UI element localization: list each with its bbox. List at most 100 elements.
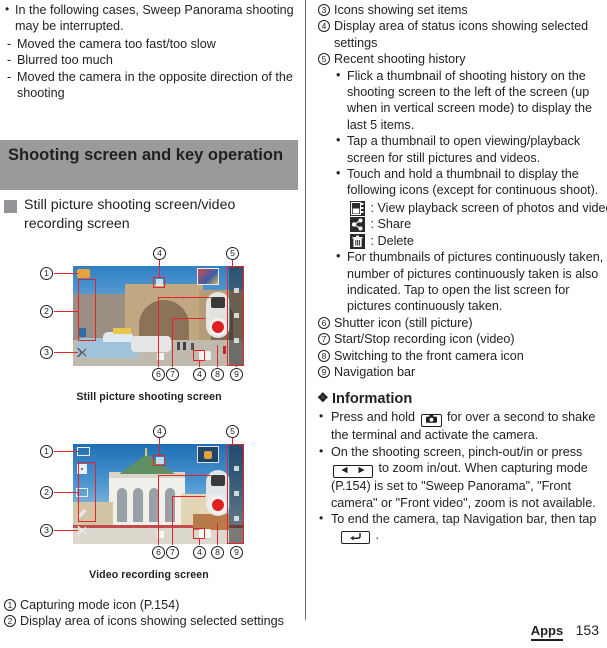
roof-finial <box>145 448 147 456</box>
item-label: Icons showing set items <box>334 3 468 17</box>
column-4 <box>165 488 175 522</box>
annotation-leader-4bot-v <box>199 361 201 367</box>
sub-heading-label: Still picture shooting screen/video reco… <box>24 197 236 232</box>
list-item-7: 7 Start/Stop recording icon (video) <box>318 331 607 347</box>
figure-2-caption: Video recording screen <box>89 569 209 581</box>
diamond-icon: ❖ <box>317 390 329 406</box>
annotation-box-4-bottom <box>193 528 205 539</box>
annotation-leader-7-v <box>172 496 174 545</box>
camera-key-icon <box>420 414 442 428</box>
figure-video-recording: 1 2 3 4 5 6 7 4 8 9 Video recording scre… <box>0 425 298 583</box>
column-1 <box>117 488 127 522</box>
share-icon <box>350 217 365 233</box>
icon-legend-row-share: : Share <box>350 216 607 233</box>
annotation-box-2 <box>78 462 96 522</box>
history-bullet-3: Touch and hold a thumbnail to display th… <box>334 165 607 199</box>
annotation-leader-7-v <box>172 318 174 367</box>
history-bullet-1: Flick a thumbnail of shooting history on… <box>334 67 607 134</box>
info-bullet-2-pre: On the shooting screen, pinch-out/in or … <box>331 444 583 459</box>
gallery-icon <box>350 200 365 216</box>
car-white <box>131 336 171 352</box>
info-bullet-3: To end the camera, tap Navigation bar, t… <box>318 510 607 545</box>
right-column: 3 Icons showing set items 4 Display area… <box>317 0 607 648</box>
person-2 <box>183 342 186 350</box>
callout-8: 8 <box>211 546 224 559</box>
annotation-box-2 <box>78 279 96 341</box>
callout-1: 1 <box>40 445 53 458</box>
history-bullet-2: Tap a thumbnail to open viewing/playback… <box>334 132 607 166</box>
history-bullet-4: For thumbnails of pictures continuously … <box>334 248 607 315</box>
info-bullet-3-pre: To end the camera, tap Navigation bar, t… <box>331 511 597 526</box>
capturing-mode-icon[interactable] <box>77 447 90 456</box>
annotation-leader-6 <box>158 297 211 299</box>
callout-5: 5 <box>226 425 239 438</box>
callout-4-top: 4 <box>153 247 166 260</box>
info-bullet-2: On the shooting screen, pinch-out/in or … <box>318 443 607 511</box>
person-4 <box>223 346 226 354</box>
callout-1: 1 <box>40 267 53 280</box>
legend-label: Capturing mode icon (P.154) <box>20 598 180 612</box>
legend-label: Display area of icons showing selected s… <box>20 614 284 629</box>
intro-block: In the following cases, Sweep Panorama s… <box>4 1 296 101</box>
callout-2: 2 <box>40 486 53 499</box>
recent-shooting-history-thumbnail[interactable] <box>197 268 219 285</box>
footer-page-number: 153 <box>575 622 599 638</box>
figure-still-picture: 1 2 3 4 5 6 7 4 8 9 Still picture shooti… <box>0 247 298 405</box>
annotation-leader-1 <box>54 451 78 453</box>
item-label: Shutter icon (still picture) <box>334 315 473 330</box>
callout-5: 5 <box>226 247 239 260</box>
callout-8: 8 <box>211 368 224 381</box>
info-bullet-1-pre: Press and hold <box>331 410 416 425</box>
item-label: Display area of status icons showing sel… <box>334 19 589 50</box>
callout-7: 7 <box>166 546 179 559</box>
callout-4-bottom: 4 <box>193 546 206 559</box>
annotation-leader-9-v <box>236 366 238 367</box>
legend-item-2: 2 Display area of icons showing selected… <box>4 613 298 629</box>
start-stop-recording-icon[interactable] <box>209 496 227 514</box>
callout-4-top: 4 <box>153 425 166 438</box>
back-key-icon <box>341 531 370 545</box>
person-1 <box>177 342 180 350</box>
item-number: 3 <box>318 4 330 16</box>
intro-bullet: In the following cases, Sweep Panorama s… <box>4 1 296 35</box>
capturing-mode-icon[interactable] <box>77 269 90 278</box>
info-bullet-1: Press and hold for over a second to shak… <box>318 408 607 443</box>
figure-1-caption: Still picture shooting screen <box>76 391 222 403</box>
start-stop-recording-icon[interactable] <box>209 318 227 336</box>
item-number: 6 <box>318 316 330 329</box>
item-label: Navigation bar <box>334 364 416 379</box>
legend-list: 1 Capturing mode icon (P.154) 2 Display … <box>4 597 298 630</box>
legend-number: 2 <box>4 615 16 628</box>
info-bullet-3-post: . <box>375 528 380 543</box>
thumbnail-inner-icon <box>204 451 212 459</box>
list-item-6: 6 Shutter icon (still picture) <box>318 315 607 331</box>
shutter-icon[interactable] <box>211 297 225 308</box>
item-label: Switching to the front camera icon <box>334 348 524 363</box>
list-item-4: 4 Display area of status icons showing s… <box>318 18 607 51</box>
annotation-box-4-top <box>153 455 165 466</box>
annotation-leader-6-v <box>158 475 160 545</box>
column-2 <box>133 488 143 522</box>
icon-legend-label: : View playback screen of photos and vid… <box>370 200 607 215</box>
icon-legend-label: : Share <box>370 217 412 232</box>
trash-icon <box>350 233 365 249</box>
item-number: 4 <box>318 20 330 33</box>
annotation-leader-6 <box>158 475 211 477</box>
item-number: 8 <box>318 349 330 362</box>
annotation-leader-3 <box>54 530 78 532</box>
callout-2: 2 <box>40 305 53 318</box>
zoom-key-icon <box>333 465 373 479</box>
page-footer: Apps 153 <box>530 622 599 641</box>
list-item-3: 3 Icons showing set items <box>318 2 607 18</box>
callout-6: 6 <box>152 546 165 559</box>
item-number: 7 <box>318 333 330 346</box>
annotation-box-9 <box>227 444 244 544</box>
annotation-box-4-top <box>153 277 165 288</box>
item-label: Recent shooting history <box>334 52 466 67</box>
list-item-9: 9 Navigation bar <box>318 364 607 380</box>
manual-page: In the following cases, Sweep Panorama s… <box>0 0 607 648</box>
shutter-icon[interactable] <box>211 475 225 486</box>
annotation-leader-7 <box>172 318 205 320</box>
callout-9: 9 <box>230 546 243 559</box>
callout-6: 6 <box>152 368 165 381</box>
